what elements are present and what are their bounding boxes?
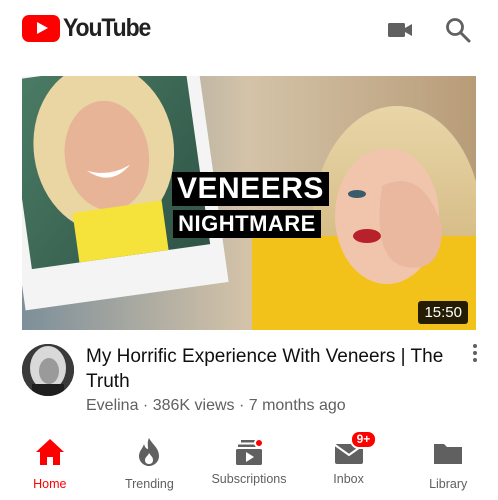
nav-item-library[interactable]: Library	[398, 430, 498, 500]
nav-label-trending: Trending	[124, 477, 174, 491]
thumbnail-title-line-2: NIGHTMARE	[173, 210, 321, 238]
inbox-badge-count: 9+	[349, 430, 378, 449]
youtube-logo[interactable]: YouTube	[22, 14, 158, 43]
avatar-image	[22, 344, 74, 396]
nav-label-library: Library	[429, 477, 468, 491]
nav-label-home: Home	[33, 477, 67, 491]
nav-item-inbox[interactable]: 9+ Inbox	[299, 430, 399, 500]
video-meta: My Horrific Experience With Veneers | Th…	[0, 340, 498, 420]
video-duration-badge: 15:50	[418, 301, 468, 324]
home-icon	[35, 439, 64, 465]
search-icon[interactable]	[444, 16, 472, 44]
nav-item-trending[interactable]: Trending	[100, 430, 200, 500]
bottom-navigation: Home Trending Subscriptions 9+ Inbox Lib…	[0, 430, 498, 500]
video-camera-icon[interactable]	[386, 16, 414, 44]
top-app-bar: YouTube	[0, 0, 498, 62]
inbox-icon-wrap: 9+	[332, 430, 378, 468]
nav-item-home[interactable]: Home	[0, 430, 100, 500]
fire-icon	[139, 438, 160, 466]
subscriptions-badge-dot	[253, 438, 264, 448]
nav-label-inbox: Inbox	[333, 472, 364, 486]
folder-icon	[434, 444, 463, 464]
thumbnail-overlay-title: VENEERS NIGHTMARE	[172, 172, 329, 238]
youtube-logo-icon	[22, 15, 60, 42]
video-subtitle: Evelina · 386K views · 7 months ago	[86, 397, 346, 414]
more-options-icon[interactable]	[468, 344, 482, 366]
brand-name: YouTube	[63, 14, 151, 42]
channel-avatar[interactable]	[22, 344, 74, 396]
nav-label-subscriptions: Subscriptions	[211, 472, 287, 486]
subscriptions-icon-wrap	[232, 436, 266, 468]
thumbnail-title-line-1: VENEERS	[172, 172, 329, 206]
video-thumbnail[interactable]: VENEERS NIGHTMARE 15:50	[22, 76, 476, 330]
nav-item-subscriptions[interactable]: Subscriptions	[199, 430, 299, 500]
video-title[interactable]: My Horrific Experience With Veneers | Th…	[86, 344, 456, 394]
